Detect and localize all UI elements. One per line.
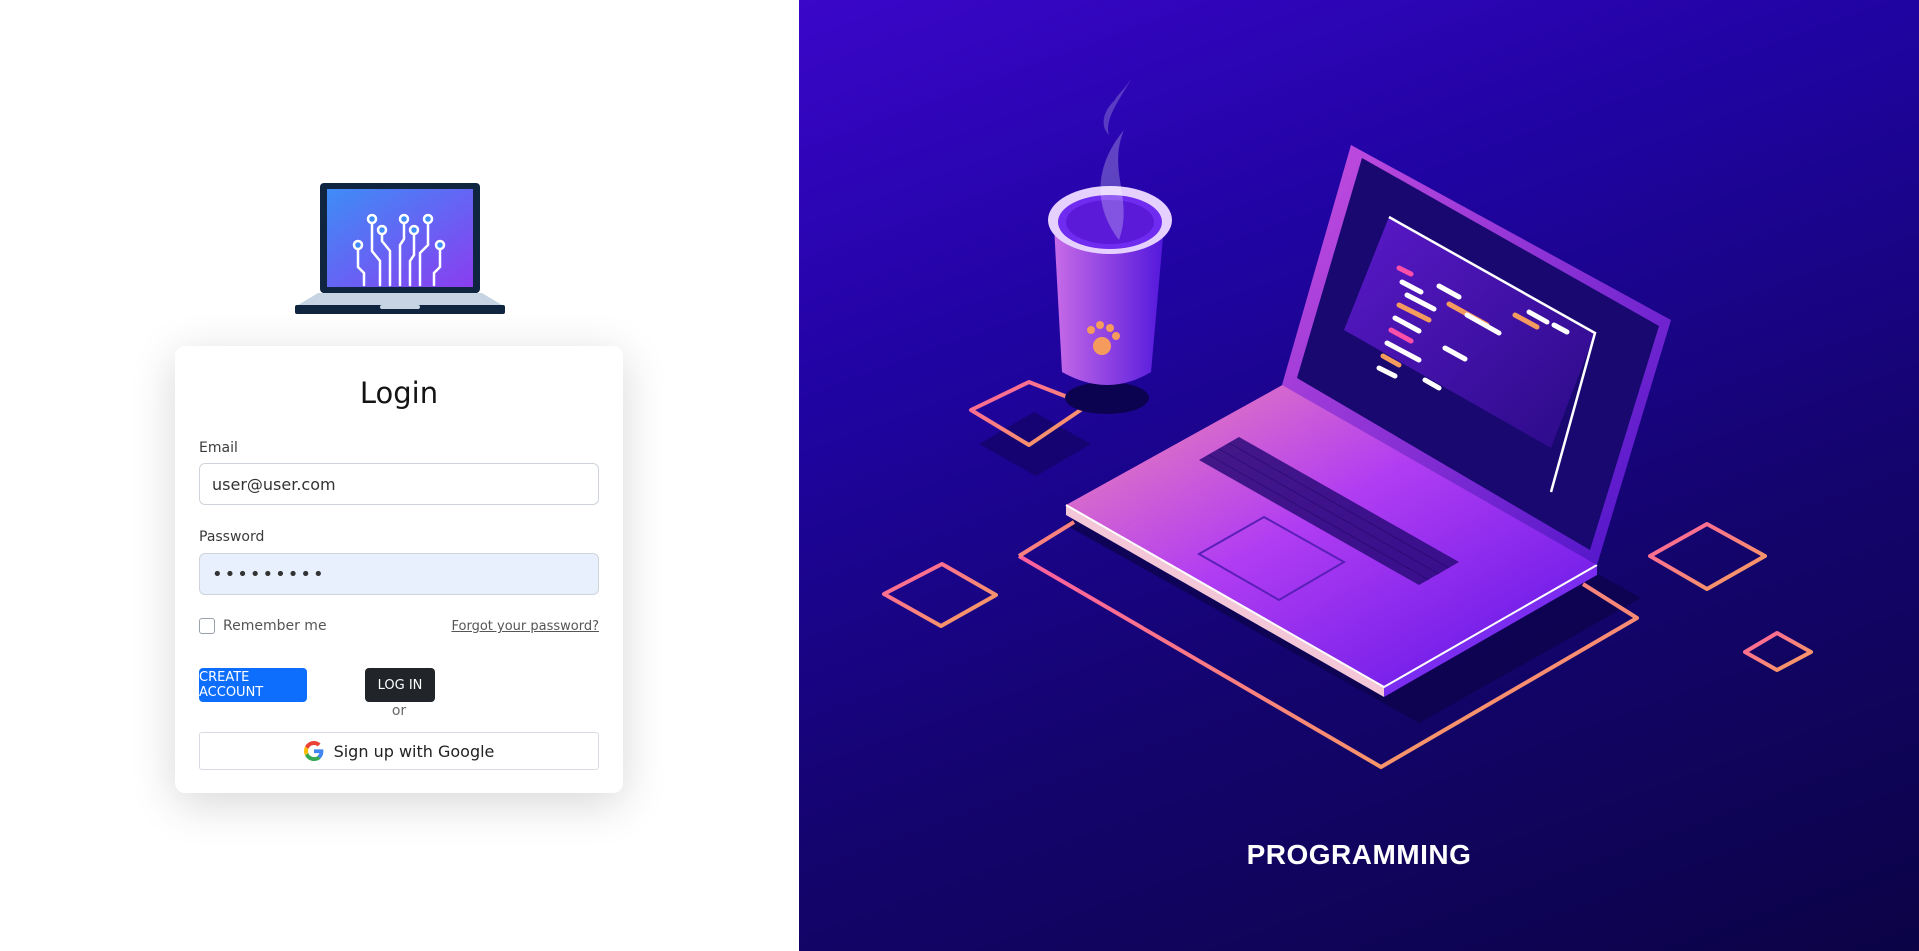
login-card: Login Email user@user.com Password •••••… — [175, 346, 623, 793]
laptop-coffee-illustration — [882, 78, 1813, 769]
hero-caption: PROGRAMMING — [1246, 839, 1472, 870]
create-account-button[interactable]: CREATE ACCOUNT — [199, 668, 307, 702]
password-label: Password — [199, 529, 265, 545]
or-divider: or — [391, 703, 407, 719]
remember-checkbox[interactable] — [199, 618, 215, 634]
hero-panel: PROGRAMMING — [799, 0, 1919, 951]
laptop-circuit-icon — [295, 183, 505, 314]
forgot-password-link[interactable]: Forgot your password? — [451, 619, 599, 634]
remember-label: Remember me — [223, 618, 327, 634]
google-signup-button[interactable]: Sign up with Google — [199, 732, 599, 770]
google-button-label: Sign up with Google — [333, 741, 495, 761]
remember-me[interactable]: Remember me — [199, 618, 327, 634]
password-value: ••••••••• — [212, 563, 326, 585]
email-label: Email — [199, 440, 238, 456]
password-field[interactable]: ••••••••• — [199, 553, 599, 595]
login-panel: Login Email user@user.com Password •••••… — [0, 0, 799, 951]
login-button[interactable]: LOG IN — [365, 668, 435, 702]
email-field[interactable]: user@user.com — [199, 463, 599, 505]
email-value: user@user.com — [212, 474, 336, 494]
google-icon — [303, 741, 323, 761]
login-title: Login — [359, 376, 439, 410]
